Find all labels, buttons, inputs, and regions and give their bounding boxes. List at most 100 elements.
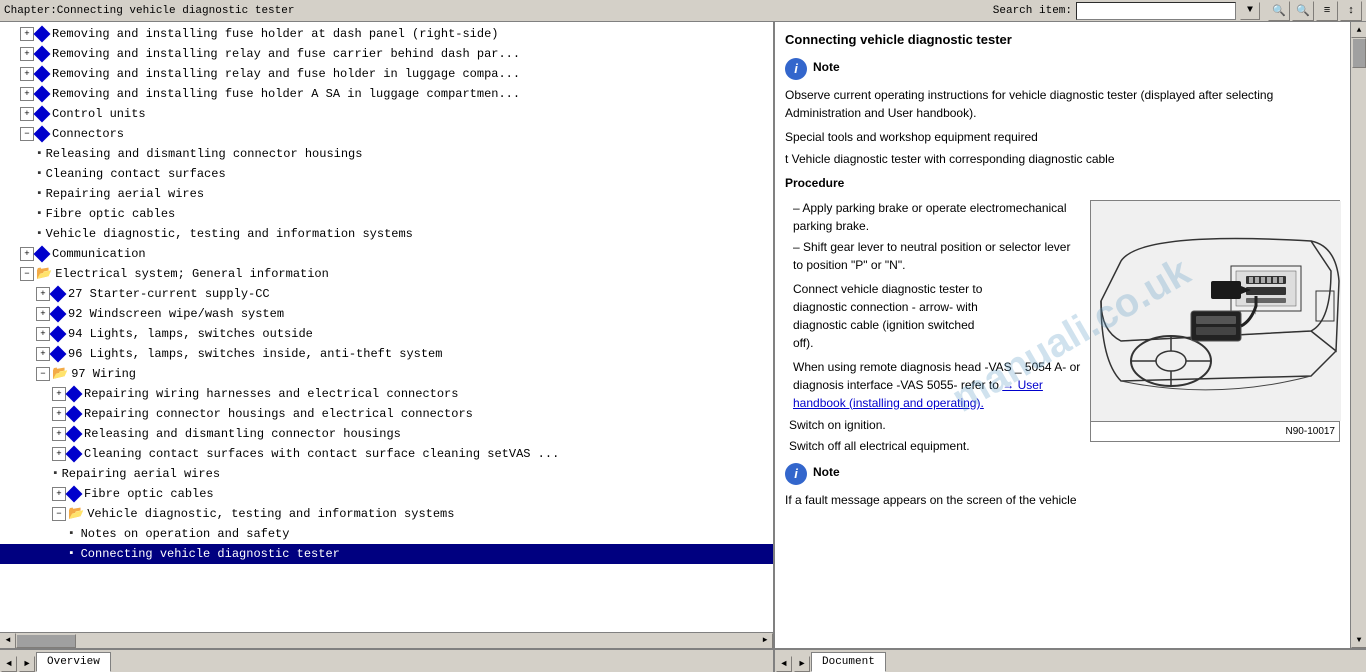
doc-icon: ▪ (36, 145, 43, 163)
expand-icon[interactable]: + (52, 447, 66, 461)
doc-icon: ▪ (36, 165, 43, 183)
scroll-right-btn[interactable]: ► (757, 633, 773, 649)
list-item[interactable]: ▪ Repairing aerial wires (0, 464, 773, 484)
list-item[interactable]: − 📂 Electrical system; General informati… (0, 264, 773, 284)
list-item[interactable]: + Communication (0, 244, 773, 264)
list-item[interactable]: + 94 Lights, lamps, switches outside (0, 324, 773, 344)
scroll-up-btn[interactable]: ▲ (1351, 22, 1366, 38)
list-item[interactable]: ▪ Repairing aerial wires (0, 184, 773, 204)
note-box-2: i Note (785, 463, 1082, 485)
list-item[interactable]: ▪ Releasing and dismantling connector ho… (0, 144, 773, 164)
expand-icon[interactable]: + (20, 47, 34, 61)
car-diagram-svg: ↑ (1091, 201, 1341, 421)
window-title: Chapter:Connecting vehicle diagnostic te… (4, 5, 993, 17)
list-item[interactable]: − Connectors (0, 124, 773, 144)
split-btn[interactable]: ↕ (1340, 1, 1362, 21)
note-icon-1: i (785, 58, 807, 80)
menu-btn[interactable]: ≡ (1316, 1, 1338, 21)
diagram-box: ↑ (1090, 200, 1340, 442)
list-item[interactable]: + Removing and installing fuse holder at… (0, 24, 773, 44)
search-prev-btn[interactable]: 🔍 (1268, 1, 1290, 21)
diamond-icon (34, 66, 51, 83)
connect-text-1: Connect vehicle diagnostic tester to (793, 282, 982, 296)
horizontal-scrollbar[interactable]: ◄ ► (0, 632, 773, 648)
step-3: Switch on ignition. (785, 416, 1082, 434)
scroll-thumb[interactable] (16, 634, 76, 648)
expand-icon[interactable]: + (36, 347, 50, 361)
tab-overview[interactable]: Overview (36, 652, 111, 672)
note-icon-2: i (785, 463, 807, 485)
list-item[interactable]: + 27 Starter-current supply-CC (0, 284, 773, 304)
step-4: Switch off all electrical equipment. (785, 437, 1082, 455)
bottom-tabs: ◄ ► Overview ◄ ► Document (0, 648, 1366, 670)
list-item[interactable]: + Removing and installing relay and fuse… (0, 64, 773, 84)
list-item[interactable]: + Control units (0, 104, 773, 124)
expand-icon[interactable]: − (20, 267, 34, 281)
tab-document[interactable]: Document (811, 652, 886, 672)
expand-icon[interactable]: + (52, 407, 66, 421)
note-content-1: Note (813, 58, 840, 76)
list-item[interactable]: + Releasing and dismantling connector ho… (0, 424, 773, 444)
step-1: – Apply parking brake or operate electro… (785, 199, 1082, 235)
special-tools-label: Special tools and workshop equipment req… (785, 128, 1340, 146)
list-item[interactable]: + Cleaning contact surfaces with contact… (0, 444, 773, 464)
diamond-icon (34, 46, 51, 63)
search-dropdown[interactable]: ▼ (1240, 2, 1260, 20)
list-item[interactable]: + 92 Windscreen wipe/wash system (0, 304, 773, 324)
scroll-down-btn[interactable]: ▼ (1351, 632, 1366, 648)
expand-icon[interactable]: + (52, 427, 66, 441)
list-item[interactable]: ▪ Fibre optic cables (0, 204, 773, 224)
expand-icon[interactable]: + (52, 487, 66, 501)
right-scrollbar[interactable]: ▲ ▼ (1350, 22, 1366, 648)
expand-icon[interactable]: − (36, 367, 50, 381)
search-label: Search item: (993, 5, 1072, 17)
expand-icon[interactable]: + (36, 307, 50, 321)
scroll-track[interactable] (16, 633, 757, 649)
doc-icon: ▪ (68, 525, 75, 543)
diamond-icon (66, 486, 83, 503)
expand-icon[interactable]: + (20, 67, 34, 81)
search-input[interactable] (1076, 2, 1236, 20)
diamond-icon (34, 126, 51, 143)
scroll-track-v[interactable] (1351, 38, 1366, 632)
step-2: – Shift gear lever to neutral position o… (785, 238, 1082, 274)
diamond-icon (34, 86, 51, 103)
expand-icon[interactable]: − (20, 127, 34, 141)
expand-icon[interactable]: − (52, 507, 66, 521)
list-item[interactable]: + Fibre optic cables (0, 484, 773, 504)
expand-icon[interactable]: + (20, 107, 34, 121)
list-item[interactable]: − 📂 Vehicle diagnostic, testing and info… (0, 504, 773, 524)
search-next-btn[interactable]: 🔍 (1292, 1, 1314, 21)
diamond-icon (66, 426, 83, 443)
diamond-icon (50, 346, 67, 363)
diamond-icon (34, 26, 51, 43)
scroll-thumb-v[interactable] (1352, 38, 1366, 68)
document-content[interactable]: manuali.co.uk Connecting vehicle diagnos… (775, 22, 1350, 648)
tree-view[interactable]: + Removing and installing fuse holder at… (0, 22, 773, 632)
list-item[interactable]: + Repairing connector housings and elect… (0, 404, 773, 424)
list-item[interactable]: − 📂 97 Wiring (0, 364, 773, 384)
list-item[interactable]: ▪ Notes on operation and safety (0, 524, 773, 544)
expand-icon[interactable]: + (20, 87, 34, 101)
expand-icon[interactable]: + (36, 327, 50, 341)
diamond-icon (66, 406, 83, 423)
remote-text: When using remote diagnosis head -VAS _ … (793, 358, 1082, 412)
procedure-text: – Apply parking brake or operate electro… (785, 196, 1082, 513)
list-item[interactable]: ▪ Vehicle diagnostic, testing and inform… (0, 224, 773, 244)
expand-icon[interactable]: + (20, 27, 34, 41)
list-item[interactable]: + 96 Lights, lamps, switches inside, ant… (0, 344, 773, 364)
note-text-2: If a fault message appears on the screen… (785, 491, 1082, 509)
list-item[interactable]: + Removing and installing fuse holder A … (0, 84, 773, 104)
expand-icon[interactable]: + (52, 387, 66, 401)
list-item[interactable]: ▪ Connecting vehicle diagnostic tester (0, 544, 773, 564)
expand-icon[interactable]: + (20, 247, 34, 261)
expand-icon[interactable]: + (36, 287, 50, 301)
connect-instructions: Connect vehicle diagnostic tester to dia… (793, 280, 993, 352)
right-panel: manuali.co.uk Connecting vehicle diagnos… (775, 22, 1366, 648)
scroll-left-btn[interactable]: ◄ (0, 633, 16, 649)
list-item[interactable]: ▪ Cleaning contact surfaces (0, 164, 773, 184)
search-area: Search item: ▼ 🔍 🔍 ≡ ↕ (993, 1, 1362, 21)
list-item[interactable]: + Repairing wiring harnesses and electri… (0, 384, 773, 404)
list-item[interactable]: + Removing and installing relay and fuse… (0, 44, 773, 64)
note-label-2: Note (813, 463, 840, 481)
